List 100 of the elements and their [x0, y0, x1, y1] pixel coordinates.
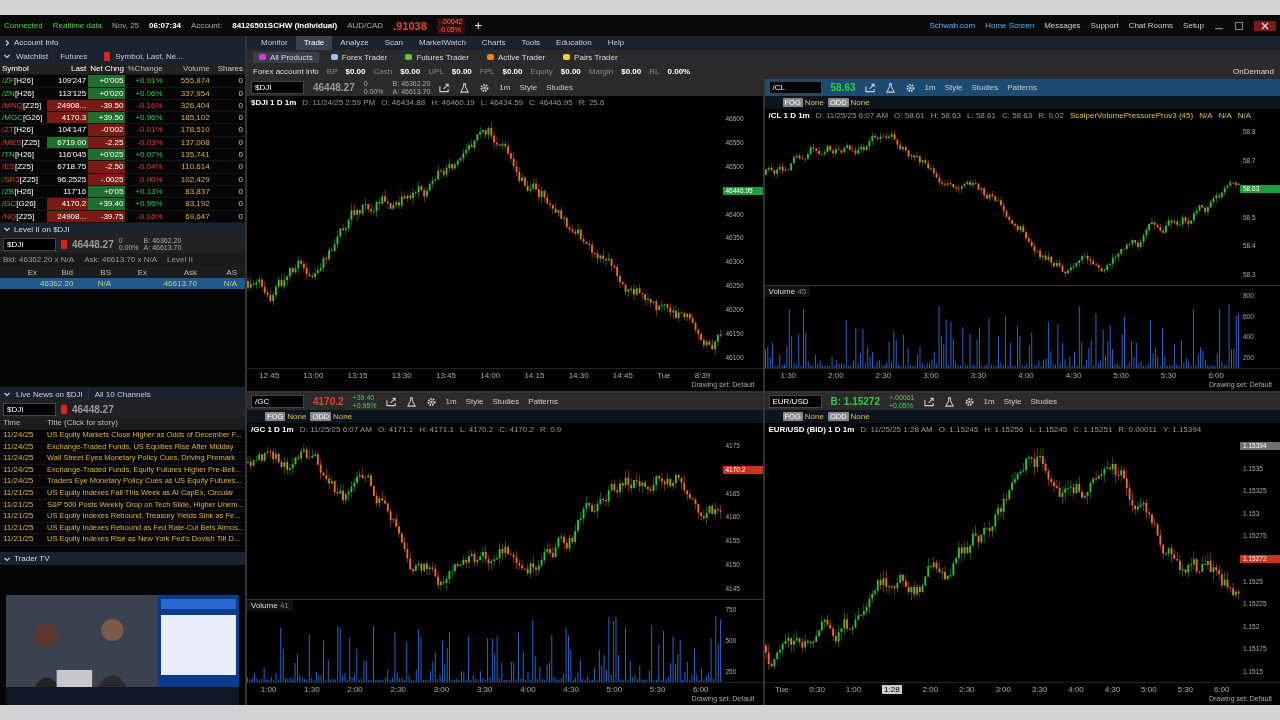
- share-icon[interactable]: [864, 82, 876, 93]
- maximize-icon[interactable]: [1234, 20, 1244, 31]
- toolbar-button[interactable]: 1m: [499, 83, 511, 92]
- menu-tab[interactable]: Help: [599, 36, 633, 50]
- symbol-field[interactable]: /GC: [251, 395, 304, 408]
- account-number[interactable]: 84126501SCHW (Individual): [232, 21, 338, 30]
- column-header[interactable]: Title (Click for story): [47, 418, 118, 430]
- symbol-cell[interactable]: /ES[Z25]: [0, 161, 48, 173]
- toolbar-button[interactable]: 1m: [924, 83, 936, 92]
- top-link[interactable]: Support: [1090, 21, 1119, 30]
- menu-tab[interactable]: Scan: [376, 36, 411, 50]
- close-icon[interactable]: [1254, 20, 1276, 31]
- column-header[interactable]: Volume: [164, 63, 212, 75]
- toolbar-button[interactable]: Studies: [971, 83, 999, 92]
- toolbar-button[interactable]: Patterns: [528, 397, 558, 406]
- add-button[interactable]: +: [474, 18, 483, 33]
- column-header[interactable]: Shares: [211, 63, 245, 75]
- symbol-cell[interactable]: /SR3[Z25]: [0, 173, 48, 185]
- menu-tab[interactable]: Education: [548, 36, 600, 50]
- share-icon[interactable]: [923, 396, 935, 407]
- chevron-down-icon[interactable]: [3, 52, 11, 60]
- column-header[interactable]: Last: [47, 63, 89, 75]
- top-link[interactable]: Home Screen: [985, 21, 1035, 30]
- product-tab[interactable]: Active Trader: [480, 51, 552, 63]
- symbol-field[interactable]: $DJI: [3, 237, 56, 251]
- symbol-field[interactable]: EUR/USD: [768, 395, 822, 408]
- menu-tab[interactable]: Analyze: [332, 36, 377, 50]
- symbol-cell[interactable]: /ZN[H26]: [0, 87, 48, 99]
- toolbar-button[interactable]: 1m: [445, 397, 457, 406]
- share-icon[interactable]: [385, 396, 397, 407]
- toolbar-button[interactable]: Studies: [546, 83, 573, 92]
- top-link[interactable]: Messages: [1044, 21, 1081, 30]
- toolbar-button[interactable]: Style: [1003, 397, 1022, 406]
- flask-icon[interactable]: [943, 396, 955, 407]
- symbol-cell[interactable]: /MNQ[Z25]: [0, 99, 48, 112]
- flask-icon[interactable]: [459, 82, 471, 93]
- product-tab[interactable]: Forex Trader: [324, 51, 394, 63]
- panel-title[interactable]: Level II on $DJI: [14, 224, 70, 234]
- top-link[interactable]: Setup: [1183, 21, 1204, 30]
- symbol-cell[interactable]: /NQ[Z25]: [0, 210, 48, 222]
- menu-tab[interactable]: Trade: [295, 36, 333, 50]
- menu-tab[interactable]: Monitor: [253, 36, 296, 50]
- watchlist-title[interactable]: Watchlist: [16, 51, 49, 61]
- symbol-cell[interactable]: /ZF[H26]: [0, 75, 48, 87]
- link-icon[interactable]: [61, 405, 67, 415]
- toolbar-button[interactable]: Style: [519, 83, 538, 92]
- symbol-cell[interactable]: /TN[H26]: [0, 149, 48, 161]
- settings-icon[interactable]: [963, 396, 975, 407]
- column-header[interactable]: AS: [200, 266, 240, 278]
- toolbar-button[interactable]: Style: [944, 83, 963, 92]
- share-icon[interactable]: [439, 82, 451, 93]
- ohlc-value: O: 4171.1: [378, 425, 414, 434]
- columns-dropdown[interactable]: Symbol, Last, Ne...: [115, 51, 183, 61]
- column-header[interactable]: Bid: [40, 266, 76, 278]
- settings-icon[interactable]: [904, 82, 916, 93]
- flask-icon[interactable]: [884, 82, 896, 93]
- link-icon[interactable]: [104, 51, 111, 61]
- chevron-down-icon[interactable]: [3, 225, 11, 234]
- flask-icon[interactable]: [405, 396, 417, 407]
- symbol-cell[interactable]: /ZT[H26]: [0, 124, 48, 136]
- product-tab[interactable]: Pairs Trader: [557, 51, 624, 63]
- symbol-cell[interactable]: /MES[Z25]: [0, 136, 48, 149]
- panel-title[interactable]: Account Info: [14, 38, 59, 47]
- column-header[interactable]: Time: [0, 418, 47, 430]
- panel-title[interactable]: Trader TV: [14, 554, 50, 563]
- symbol-cell[interactable]: /GC[G26]: [0, 198, 48, 210]
- toolbar-button[interactable]: 1m: [983, 397, 995, 406]
- toolbar-button[interactable]: Patterns: [1007, 83, 1037, 92]
- top-link[interactable]: Schwab.com: [929, 21, 976, 30]
- quote-row[interactable]: 46362.20 N/A 46613.70 N/A: [0, 277, 245, 289]
- product-tab[interactable]: Futures Trader: [399, 51, 475, 63]
- chevron-down-icon[interactable]: [3, 390, 11, 399]
- chevron-right-icon[interactable]: [3, 38, 11, 47]
- column-header[interactable]: Net Chng: [88, 63, 126, 75]
- menu-tab[interactable]: MarketWatch: [411, 36, 474, 50]
- symbol-field[interactable]: $DJI: [3, 403, 56, 417]
- column-header[interactable]: Ex: [114, 266, 150, 278]
- watchlist-dropdown[interactable]: Futures: [53, 51, 100, 61]
- toolbar-button[interactable]: Studies: [1030, 397, 1058, 406]
- toolbar-button[interactable]: Style: [465, 397, 484, 406]
- product-tab[interactable]: All Products: [253, 51, 319, 63]
- symbol-field[interactable]: $DJI: [251, 81, 304, 94]
- toolbar-button[interactable]: Studies: [492, 397, 520, 406]
- symbol-field[interactable]: /CL: [768, 81, 822, 94]
- menu-tab[interactable]: Charts: [473, 36, 514, 50]
- symbol-cell[interactable]: /ZB[H26]: [0, 185, 48, 198]
- settings-icon[interactable]: [425, 396, 437, 407]
- symbol-cell[interactable]: /MGC[G26]: [0, 112, 48, 124]
- menu-tab[interactable]: Tools: [513, 36, 549, 50]
- settings-icon[interactable]: [479, 82, 491, 93]
- column-header[interactable]: Symbol: [0, 63, 48, 75]
- link-icon[interactable]: [61, 239, 67, 249]
- column-header[interactable]: Ask: [150, 266, 200, 278]
- column-header[interactable]: %Change: [125, 63, 165, 75]
- column-header[interactable]: BS: [76, 266, 114, 278]
- column-header[interactable]: Ex: [0, 266, 40, 278]
- panel-title[interactable]: Live News on $DJI: [16, 389, 83, 399]
- top-link[interactable]: Chat Rooms: [1128, 21, 1174, 30]
- channels-dropdown[interactable]: All 10 Channels: [87, 389, 163, 399]
- on-demand-button[interactable]: OnDemand: [1233, 67, 1280, 76]
